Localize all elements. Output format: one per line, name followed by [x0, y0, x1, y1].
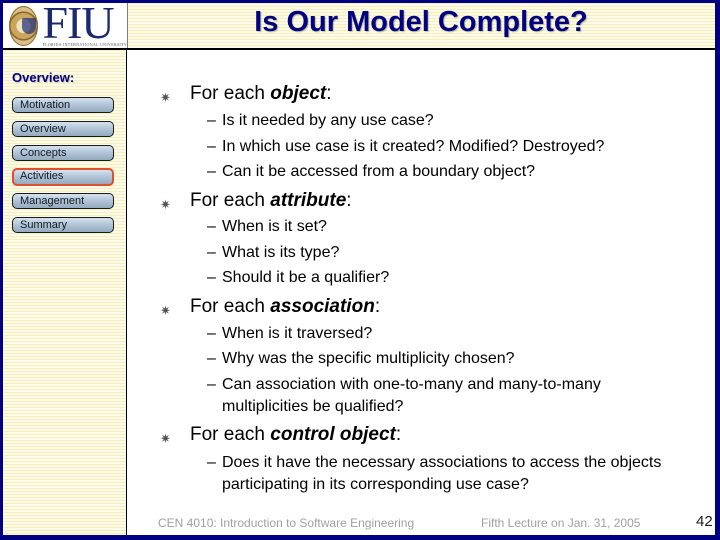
footer-course: CEN 4010: Introduction to Software Engin… [158, 516, 415, 530]
dash-bullet-icon: – [207, 138, 216, 155]
dash-bullet-icon: – [207, 454, 216, 471]
bullet-text: For each association: [190, 296, 380, 318]
bullet-suffix: : [395, 424, 402, 445]
bullet-prefix: For each [190, 190, 271, 211]
fiu-logo: FIU FLORIDA INTERNATIONAL UNIVERSITY [3, 0, 128, 48]
sub-item-text: Can it be accessed from a boundary objec… [222, 163, 536, 180]
dash-bullet-icon: – [207, 244, 216, 261]
bullet-suffix: : [374, 296, 381, 317]
dash-bullet-icon: – [207, 350, 216, 367]
dash-bullet-icon: – [207, 163, 216, 180]
slide-title: Is Our Model Complete? [254, 6, 588, 38]
dash-bullet-icon: – [207, 376, 216, 393]
bullet-emphasis: object [270, 83, 327, 104]
nav-button-overview[interactable]: Overview [12, 121, 114, 137]
nav-button-concepts[interactable]: Concepts [12, 145, 114, 161]
bullet-text: For each control object: [190, 424, 401, 446]
nav-button-management[interactable]: Management [12, 193, 114, 209]
sub-item-text: Is it needed by any use case? [222, 112, 434, 129]
asterisk-bullet-icon: ✷ [160, 90, 171, 105]
bullet-prefix: For each [190, 83, 271, 104]
bullet-prefix: For each [190, 296, 271, 317]
bullet-emphasis: control object [270, 424, 396, 445]
sub-item-text: Can association with one-to-many and man… [222, 376, 601, 415]
asterisk-bullet-icon: ✷ [160, 197, 171, 212]
sub-item-text: Does it have the necessary associations … [222, 454, 662, 493]
sub-item-text: Why was the specific multiplicity chosen… [222, 350, 515, 367]
page-number: 42 [696, 513, 713, 530]
nav-button-summary[interactable]: Summary [12, 217, 114, 233]
bullet-emphasis: attribute [270, 190, 347, 211]
nav-button-motivation[interactable]: Motivation [12, 97, 114, 113]
sub-item-text: What is its type? [222, 244, 340, 261]
sub-item-text: When is it set? [222, 218, 327, 235]
dash-bullet-icon: – [207, 218, 216, 235]
sidebar-heading: Overview: [12, 70, 75, 85]
asterisk-bullet-icon: ✷ [160, 303, 171, 318]
bullet-text: For each attribute: [190, 190, 352, 212]
nav-button-activities[interactable]: Activities [12, 168, 114, 186]
footer-lecture: Fifth Lecture on Jan. 31, 2005 [481, 516, 641, 530]
sub-item-text: In which use case is it created? Modifie… [222, 138, 605, 155]
dash-bullet-icon: – [207, 325, 216, 342]
bullet-suffix: : [326, 83, 332, 104]
bullet-suffix: : [346, 190, 352, 211]
bullet-emphasis: association [270, 296, 375, 317]
sub-item-text: When is it traversed? [222, 325, 373, 342]
bullet-prefix: For each [190, 424, 271, 445]
university-seal-icon [9, 5, 39, 46]
sub-item-text: Should it be a qualifier? [222, 269, 390, 286]
dash-bullet-icon: – [207, 112, 216, 129]
bullet-text: For each object: [190, 83, 332, 105]
asterisk-bullet-icon: ✷ [160, 431, 171, 446]
logo-acronym: FIU [42, 0, 114, 48]
logo-subtitle: FLORIDA INTERNATIONAL UNIVERSITY [42, 42, 127, 47]
sidebar: Overview: Motivation Overview Concepts A… [0, 50, 127, 540]
slide-header: FIU FLORIDA INTERNATIONAL UNIVERSITY Is … [0, 0, 720, 50]
dash-bullet-icon: – [207, 269, 216, 286]
